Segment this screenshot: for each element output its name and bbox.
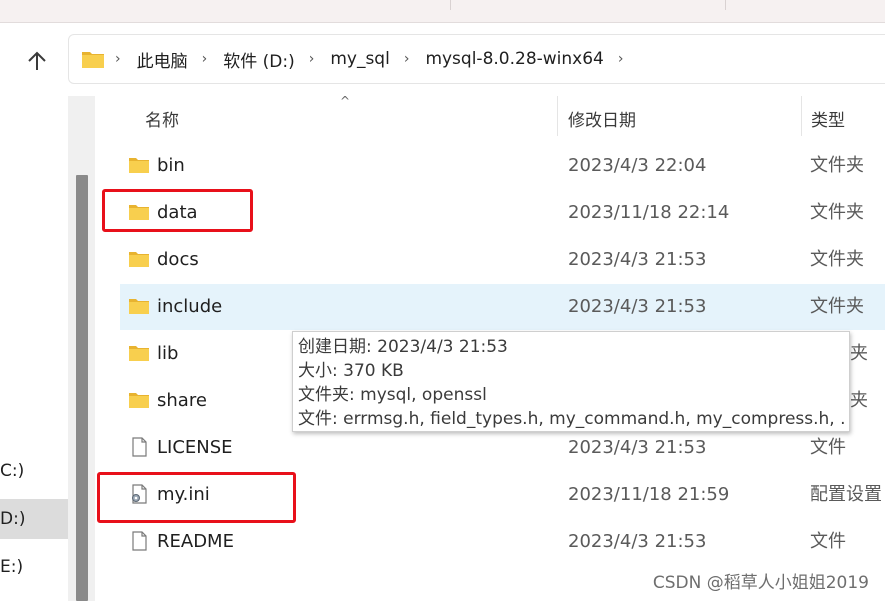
column-header-name[interactable]: 名称 [145,96,179,140]
file-name: lib [157,343,179,364]
folder-icon [129,252,149,267]
strip-divider [725,0,726,10]
nav-drive-label: C:) [0,461,25,481]
file-name: include [157,296,223,317]
file-name: docs [157,249,199,270]
file-type: 夹 [850,390,868,411]
column-divider[interactable] [557,96,558,136]
chevron-right-icon[interactable]: › [115,51,121,67]
file-date: 2023/11/18 22:14 [568,202,730,223]
sort-ascending-icon: ^ [340,94,351,108]
arrow-up-icon [28,51,46,70]
folder-icon [129,158,149,173]
breadcrumb-my-sql[interactable]: my_sql [328,49,392,69]
chevron-right-icon[interactable]: › [404,51,410,67]
file-date: 2023/4/3 21:53 [568,249,707,270]
folder-icon [129,346,149,361]
file-name: share [157,390,207,411]
folder-icon [129,393,149,408]
nav-scrollbar-thumb[interactable] [76,175,88,601]
file-date: 2023/4/3 22:04 [568,155,707,176]
file-name: LICENSE [157,437,233,458]
nav-drive-e[interactable]: E:) [0,547,68,587]
highlight-box-my-ini [97,472,296,523]
file-type: 文件夹 [810,202,864,223]
file-date: 2023/4/3 21:53 [568,531,707,552]
file-icon [132,437,147,457]
file-type: 文件 [810,531,846,552]
chevron-right-icon[interactable]: › [202,51,208,67]
file-type: 文件夹 [810,296,864,317]
nav-drive-d[interactable]: D:) [0,499,68,539]
strip-divider [450,0,451,10]
file-row[interactable]: bin 2023/4/3 22:04 文件夹 [120,143,885,189]
file-row[interactable]: include 2023/4/3 21:53 文件夹 [120,284,885,330]
file-name: bin [157,155,185,176]
file-date: 2023/4/3 21:53 [568,296,707,317]
file-row[interactable]: README 2023/4/3 21:53 文件 [120,519,885,565]
breadcrumb-this-pc[interactable]: 此电脑 [135,47,190,72]
column-divider[interactable] [801,96,802,136]
chevron-right-icon[interactable]: › [618,51,624,67]
file-type: 文件夹 [810,155,864,176]
tooltip-created-date: 创建日期: 2023/4/3 21:53 [298,337,508,357]
nav-drive-label: E:) [0,557,24,577]
file-row[interactable]: docs 2023/4/3 21:53 文件夹 [120,237,885,283]
nav-drive-c[interactable]: C:) [0,451,68,491]
highlight-box-data [102,189,253,232]
file-icon [132,531,147,551]
file-type: 文件夹 [810,249,864,270]
column-header-date[interactable]: 修改日期 [568,96,636,140]
watermark: CSDN @稻草人小姐姐2019 [652,573,869,593]
file-type: 配置设置 [810,484,882,505]
breadcrumb-drive-d[interactable]: 软件 (D:) [221,47,297,72]
breadcrumb-mysql-folder[interactable]: mysql-8.0.28-winx64 [423,49,605,69]
nav-drive-label: D:) [0,509,26,529]
column-header-type[interactable]: 类型 [811,96,845,140]
tooltip-size: 大小: 370 KB [298,361,404,381]
folder-icon [82,52,104,68]
breadcrumb: › 此电脑 › 软件 (D:) › my_sql › mysql-8.0.28-… [81,35,637,83]
chevron-right-icon[interactable]: › [309,51,315,67]
folder-icon [129,299,149,314]
address-bar[interactable]: › 此电脑 › 软件 (D:) › my_sql › mysql-8.0.28-… [68,34,885,84]
file-info-tooltip: 创建日期: 2023/4/3 21:53 大小: 370 KB 文件夹: mys… [292,331,850,432]
file-date: 2023/11/18 21:59 [568,484,730,505]
navigation-pane: C:) D:) E:) [0,96,68,601]
file-name: README [157,531,234,552]
tooltip-files: 文件: errmsg.h, field_types.h, my_command.… [298,409,844,429]
file-type: 夹 [850,343,868,364]
up-button[interactable] [20,44,54,78]
top-strip [0,0,885,23]
tooltip-folders: 文件夹: mysql, openssl [298,385,487,405]
